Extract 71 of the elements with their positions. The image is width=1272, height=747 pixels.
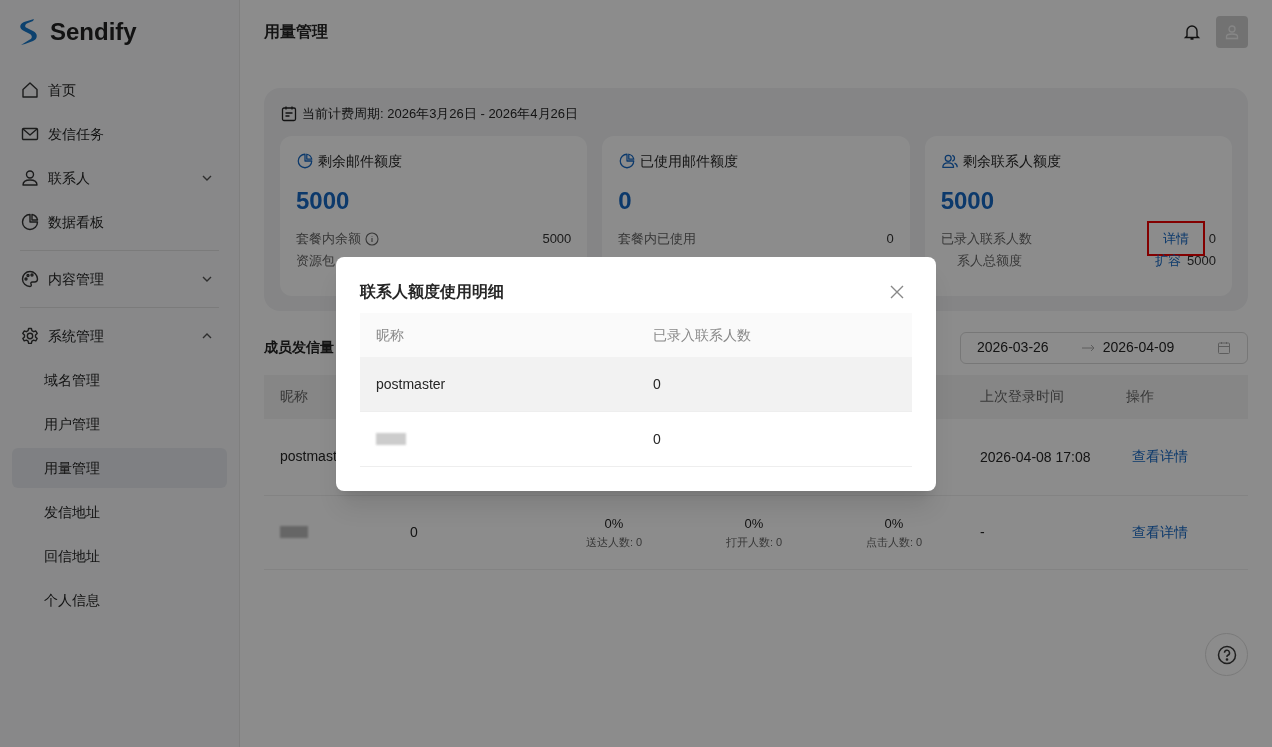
view-details-link[interactable]: 查看详情 — [1132, 448, 1188, 464]
sidebar-item[interactable]: 内容管理 — [0, 257, 239, 301]
view-details-link[interactable]: 查看详情 — [1132, 523, 1188, 540]
table-cell: 0 — [653, 430, 661, 447]
logo-icon — [18, 17, 38, 47]
start-date: 2026-03-26 — [977, 338, 1049, 357]
table-cell: 0 — [410, 523, 418, 540]
sidebar-subitem[interactable]: 个人信息 — [12, 580, 227, 620]
card-title: 已使用邮件额度 — [640, 151, 739, 171]
stat-caption: 点击人数: 0 — [865, 534, 923, 550]
info-icon[interactable] — [365, 231, 379, 246]
card-title: 剩余联系人额度 — [962, 151, 1061, 171]
percent-value: 0% — [604, 515, 624, 533]
billing-period: 当前计费周期: 2026年3月26日 - 2026年4月26日 — [302, 105, 578, 123]
quota-number: 5000 — [542, 229, 572, 248]
sidebar-subitem[interactable]: 发信地址 — [12, 492, 227, 532]
section-title: 成员发信量 — [264, 338, 334, 357]
column-header: 昵称 — [280, 388, 308, 404]
quota-value: 0 — [618, 185, 633, 216]
sidebar-subitem[interactable]: 回信地址 — [12, 536, 227, 576]
sidebar-item[interactable]: 系统管理 — [0, 314, 239, 358]
sidebar-item[interactable]: 首页 — [0, 68, 239, 112]
quota-label: 套餐内已使用 — [618, 229, 697, 248]
column-header: 已录入联系人数 — [653, 326, 751, 343]
user-icon — [20, 168, 40, 188]
end-date: 2026-04-09 — [1102, 338, 1175, 357]
calendar-icon — [280, 104, 298, 123]
table-cell: postmast — [280, 448, 337, 464]
dialog-title: 联系人额度使用明细 — [360, 282, 504, 302]
sidebar-subitem[interactable]: 用户管理 — [12, 404, 227, 444]
pie-chart-icon — [618, 152, 637, 170]
calendar-icon — [1217, 340, 1231, 355]
palette-icon — [20, 269, 40, 289]
quota-label: 已录入联系人数 — [940, 229, 1032, 248]
date-range-picker[interactable]: 2026-03-26 2026-04-09 — [960, 331, 1248, 364]
home-icon — [20, 80, 40, 100]
percent-value: 0% — [744, 515, 764, 533]
users-icon — [940, 152, 959, 170]
quota-label: 系人总额度 — [955, 251, 1022, 270]
table-cell: postmaster — [376, 375, 446, 392]
table-cell: 0 — [653, 375, 661, 392]
column-header: 上次登录时间 — [980, 388, 1064, 404]
table-cell-text: 2026-04-08 17:08 — [980, 447, 1092, 467]
sidebar-item[interactable]: 数据看板 — [0, 200, 239, 244]
quota-label: 套餐内余额 — [296, 229, 361, 248]
stat-caption: 打开人数: 0 — [725, 534, 783, 550]
quota-number: 0 — [886, 229, 894, 248]
table-cell-text: - — [980, 523, 986, 542]
logo-text: Sendify — [50, 17, 137, 47]
quota-number: 0 — [1208, 229, 1216, 248]
quota-value: 5000 — [296, 185, 351, 216]
help-button[interactable] — [1205, 633, 1248, 676]
sidebar-subitem[interactable]: 用量管理 — [12, 448, 227, 488]
column-header: 操作 — [1126, 388, 1154, 404]
sidebar-item[interactable]: 发信任务 — [0, 112, 239, 156]
page-title: 用量管理 — [264, 22, 328, 42]
percent-value: 0% — [884, 515, 904, 533]
arrow-right-icon — [1080, 342, 1095, 353]
quota-label: 资源包 — [296, 251, 335, 270]
pie-chart-icon — [296, 152, 314, 170]
sidebar-item[interactable]: 联系人 — [0, 156, 239, 200]
card-title: 剩余邮件额度 — [318, 151, 402, 171]
settings-icon — [20, 326, 40, 346]
stat-caption: 送达人数: 0 — [585, 534, 643, 550]
quota-value: 5000 — [940, 185, 996, 216]
close-icon — [890, 285, 904, 299]
pie-chart-icon — [20, 212, 40, 232]
notification-bell-icon[interactable] — [1183, 23, 1201, 41]
help-icon — [1216, 644, 1237, 665]
sidebar-subitem[interactable]: 域名管理 — [12, 360, 227, 400]
column-header: 昵称 — [376, 326, 404, 343]
